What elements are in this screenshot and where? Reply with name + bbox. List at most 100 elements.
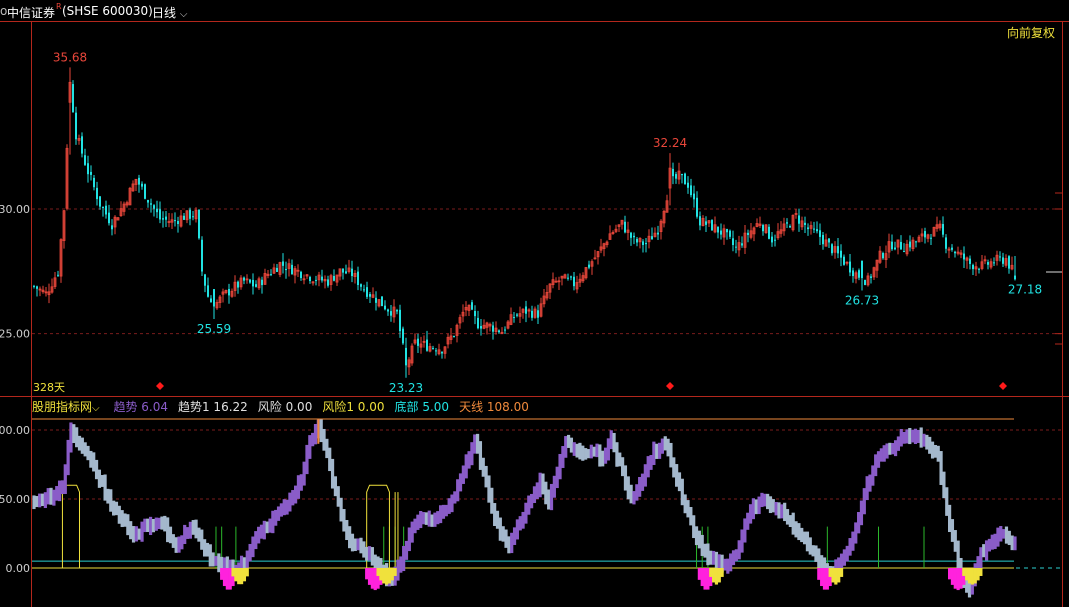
trend-ribbon-bar: [325, 438, 329, 459]
trend-ribbon-bar: [510, 532, 514, 554]
candle-body: [210, 298, 212, 303]
trend-ribbon-bar: [751, 498, 755, 520]
candle-body: [828, 238, 830, 243]
trend-ribbon-bar: [86, 445, 90, 461]
trend-ribbon-bar: [1004, 526, 1009, 544]
trend-ribbon-bar: [174, 537, 178, 553]
trend-ribbon-bar: [348, 526, 352, 549]
candle-body: [201, 239, 203, 272]
candle-body: [570, 276, 572, 278]
trend-ribbon-bar: [757, 496, 761, 515]
price-extreme-label: 23.23: [389, 381, 423, 395]
candle-body: [741, 243, 743, 246]
trend-ribbon-bar: [618, 452, 622, 467]
trend-ribbon-bar: [948, 504, 952, 533]
trend-ribbon-bar: [865, 476, 869, 501]
trend-ribbon-bar: [89, 450, 93, 468]
candle-body: [909, 241, 911, 248]
trend-ribbon-bar: [655, 443, 659, 459]
trend-ribbon-bar: [487, 475, 491, 503]
trend-ribbon-bar: [694, 526, 699, 546]
candle-body: [1008, 256, 1010, 269]
trend-ribbon-bar: [166, 517, 170, 543]
signal-diamond-marker[interactable]: [999, 382, 1007, 390]
trend-ribbon-bar: [652, 441, 656, 465]
trend-ribbon-bar: [94, 459, 99, 480]
trend-ribbon-bar: [999, 526, 1003, 542]
trend-ribbon-bar: [473, 434, 477, 454]
trend-ribbon-bar: [188, 521, 192, 539]
candle-body: [93, 177, 95, 188]
trend-ribbon-bar: [131, 526, 136, 543]
candle-body: [156, 208, 158, 213]
candle-body: [819, 230, 821, 237]
bottom-zone-bar: [817, 568, 821, 580]
candle-body: [237, 281, 239, 288]
signal-diamond-marker[interactable]: [156, 382, 164, 390]
trend-ribbon-bar: [311, 432, 315, 447]
bottom-zone-bar: [700, 568, 704, 587]
trend-ribbon-bar: [987, 538, 992, 552]
trend-ribbon-bar: [922, 433, 926, 447]
trend-ribbon-bar: [945, 487, 949, 516]
trend-ribbon-bar: [908, 427, 912, 445]
candle-body: [228, 288, 230, 296]
trend-ribbon-bar: [191, 520, 195, 535]
trend-ribbon-bar: [80, 437, 84, 454]
signal-diamond-marker[interactable]: [666, 382, 674, 390]
trend-ribbon-bar: [148, 516, 153, 536]
trend-ribbon-bar: [157, 517, 161, 529]
trend-ribbon-bar: [512, 527, 517, 545]
trend-ribbon-bar: [686, 500, 690, 518]
risk-zone-bar: [234, 568, 238, 582]
bottom-zone-bar: [953, 568, 957, 589]
trend-ribbon-bar: [862, 488, 866, 515]
trend-ribbon-bar: [734, 549, 738, 562]
trend-ribbon-bar: [194, 519, 198, 539]
trend-ribbon-bar: [547, 489, 551, 510]
candle-body: [687, 182, 689, 188]
candle-body: [813, 228, 815, 230]
trend-ribbon-bar: [117, 505, 121, 524]
risk-zone-bar: [714, 568, 719, 585]
trend-ribbon-bar: [783, 502, 787, 522]
trend-ribbon-bar: [930, 441, 935, 459]
trend-ribbon-bar: [251, 536, 255, 558]
trend-ribbon-bar: [928, 436, 932, 454]
trend-ribbon-bar: [706, 543, 710, 566]
candle-body: [249, 279, 251, 283]
trend-ribbon-bar: [524, 502, 528, 524]
indicator-name[interactable]: 股朋指标网⌵: [32, 400, 103, 414]
candle-body: [849, 261, 851, 273]
risk-zone-bar: [979, 568, 983, 576]
risk-zone-bar: [379, 568, 383, 581]
trend-ribbon-bar: [336, 486, 340, 507]
trend-ribbon-bar: [83, 442, 87, 457]
trend-ribbon-bar: [453, 491, 457, 504]
bottom-zone-bar: [225, 568, 229, 590]
candle-body: [789, 226, 791, 228]
candle-body: [75, 112, 77, 140]
trend-ribbon-bar: [342, 509, 346, 532]
trend-ribbon-bar: [692, 515, 696, 539]
trend-ribbon-bar: [407, 527, 411, 552]
candle-body: [696, 197, 698, 217]
trend-ribbon-bar: [279, 503, 283, 517]
candle-body: [282, 261, 284, 266]
trend-ribbon-bar: [569, 437, 574, 453]
trend-ribbon-bar: [768, 496, 773, 514]
price-extreme-label: 25.59: [197, 322, 231, 336]
risk-zone-bar: [834, 568, 838, 585]
trend-ribbon-bar: [362, 541, 366, 558]
trend-ribbon-bar: [180, 535, 184, 550]
bottom-zone-bar: [820, 568, 824, 587]
trend-ribbon-bar: [535, 482, 539, 500]
trend-ribbon-bar: [299, 474, 303, 491]
trend-ribbon-bar: [592, 446, 596, 457]
trend-ribbon-bar: [530, 493, 534, 509]
trend-ribbon-bar: [365, 546, 369, 561]
legend-item: 天线 108.00: [459, 400, 529, 414]
candle-body: [432, 348, 434, 350]
trend-ribbon-bar: [63, 464, 67, 494]
candle-body: [822, 235, 824, 245]
